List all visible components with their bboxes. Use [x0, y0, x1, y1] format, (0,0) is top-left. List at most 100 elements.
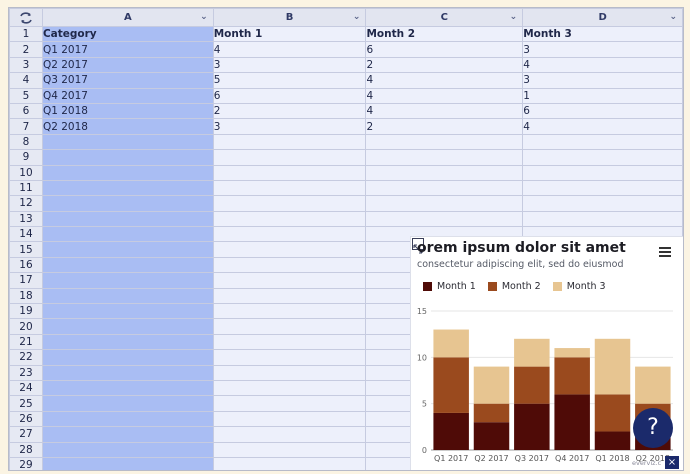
row-number[interactable]: 8: [9, 133, 43, 151]
cell[interactable]: Month 2: [365, 25, 524, 43]
cell[interactable]: 2: [365, 118, 524, 135]
cell[interactable]: 3: [212, 56, 367, 74]
cell[interactable]: Month 3: [522, 25, 683, 43]
cell[interactable]: [212, 410, 367, 428]
row-number[interactable]: 25: [9, 395, 43, 412]
cell[interactable]: Category: [41, 25, 214, 43]
row-number[interactable]: 6: [9, 102, 43, 120]
cell[interactable]: [212, 256, 367, 274]
cell[interactable]: 4: [365, 102, 524, 120]
cell[interactable]: [212, 287, 367, 305]
cell[interactable]: [212, 164, 367, 181]
cell[interactable]: [41, 441, 214, 458]
cell[interactable]: [212, 149, 367, 166]
cell[interactable]: 2: [365, 56, 524, 74]
cell[interactable]: [212, 303, 367, 320]
row-number[interactable]: 24: [9, 379, 43, 397]
cell[interactable]: Q1 2018: [41, 102, 214, 120]
cell[interactable]: [212, 456, 367, 470]
cell[interactable]: [365, 195, 524, 212]
hamburger-menu-icon[interactable]: [659, 247, 671, 257]
cell[interactable]: [212, 364, 367, 381]
cell[interactable]: [365, 133, 524, 151]
cell[interactable]: [365, 210, 524, 228]
cell[interactable]: [212, 333, 367, 351]
cell[interactable]: [365, 164, 524, 181]
row-number[interactable]: 22: [9, 349, 43, 366]
cell[interactable]: [41, 149, 214, 166]
cell[interactable]: [522, 149, 683, 166]
cell[interactable]: [41, 226, 214, 243]
cell[interactable]: [41, 179, 214, 197]
cell[interactable]: [41, 210, 214, 228]
cell[interactable]: [41, 333, 214, 351]
cell[interactable]: [41, 164, 214, 181]
row-number[interactable]: 27: [9, 426, 43, 443]
cell[interactable]: [522, 195, 683, 212]
cell[interactable]: Q1 2017: [41, 41, 214, 58]
row-number[interactable]: 5: [9, 87, 43, 104]
chart-credit[interactable]: everviz.c: [632, 459, 661, 467]
row-number[interactable]: 3: [9, 56, 43, 74]
cell[interactable]: [41, 303, 214, 320]
row-number[interactable]: 20: [9, 318, 43, 335]
cell[interactable]: 1: [522, 87, 683, 104]
row-number[interactable]: 9: [9, 149, 43, 166]
row-number[interactable]: 7: [9, 118, 43, 135]
cell[interactable]: 4: [522, 56, 683, 74]
cell[interactable]: [41, 287, 214, 305]
cell[interactable]: [41, 349, 214, 366]
cell[interactable]: [41, 133, 214, 151]
cell[interactable]: [365, 179, 524, 197]
cell[interactable]: [212, 210, 367, 228]
row-number[interactable]: 11: [9, 179, 43, 197]
refresh-button[interactable]: [9, 8, 43, 27]
chevron-down-icon[interactable]: ⌄: [669, 12, 677, 22]
cell[interactable]: 3: [522, 72, 683, 89]
cell[interactable]: [522, 133, 683, 151]
cell[interactable]: [41, 364, 214, 381]
cell[interactable]: [41, 426, 214, 443]
cell[interactable]: [41, 410, 214, 428]
cell[interactable]: [212, 195, 367, 212]
cell[interactable]: [522, 210, 683, 228]
chevron-down-icon[interactable]: ⌄: [510, 12, 518, 22]
cell[interactable]: [41, 256, 214, 274]
cell[interactable]: Month 1: [212, 25, 367, 43]
close-button[interactable]: ×: [665, 456, 679, 469]
chevron-down-icon[interactable]: ⌄: [353, 12, 361, 22]
cell[interactable]: 6: [365, 41, 524, 58]
row-number[interactable]: 28: [9, 441, 43, 458]
cell[interactable]: 4: [522, 118, 683, 135]
cell[interactable]: 6: [522, 102, 683, 120]
cell[interactable]: [212, 226, 367, 243]
cell[interactable]: 4: [365, 87, 524, 104]
row-number[interactable]: 23: [9, 364, 43, 381]
cell[interactable]: [41, 195, 214, 212]
cell[interactable]: [41, 241, 214, 258]
cell[interactable]: [212, 241, 367, 258]
chevron-down-icon[interactable]: ⌄: [200, 12, 208, 22]
cell[interactable]: 6: [212, 87, 367, 104]
cell[interactable]: [212, 395, 367, 412]
column-header-d[interactable]: D ⌄: [522, 8, 683, 27]
cell[interactable]: Q2 2018: [41, 118, 214, 135]
cell[interactable]: [212, 318, 367, 335]
cell[interactable]: 3: [522, 41, 683, 58]
legend-item[interactable]: Month 2: [487, 281, 541, 292]
cell[interactable]: [212, 349, 367, 366]
cell[interactable]: 5: [212, 72, 367, 89]
row-number[interactable]: 29: [9, 456, 43, 470]
cell[interactable]: [41, 318, 214, 335]
cell[interactable]: Q4 2017: [41, 87, 214, 104]
row-number[interactable]: 10: [9, 164, 43, 181]
cell[interactable]: [212, 441, 367, 458]
cell[interactable]: [41, 272, 214, 289]
column-header-c[interactable]: C ⌄: [365, 8, 524, 27]
cell[interactable]: [41, 379, 214, 397]
help-button[interactable]: ?: [633, 408, 673, 448]
row-number[interactable]: 1: [9, 25, 43, 43]
cell[interactable]: Q2 2017: [41, 56, 214, 74]
row-number[interactable]: 18: [9, 287, 43, 305]
row-number[interactable]: 19: [9, 303, 43, 320]
